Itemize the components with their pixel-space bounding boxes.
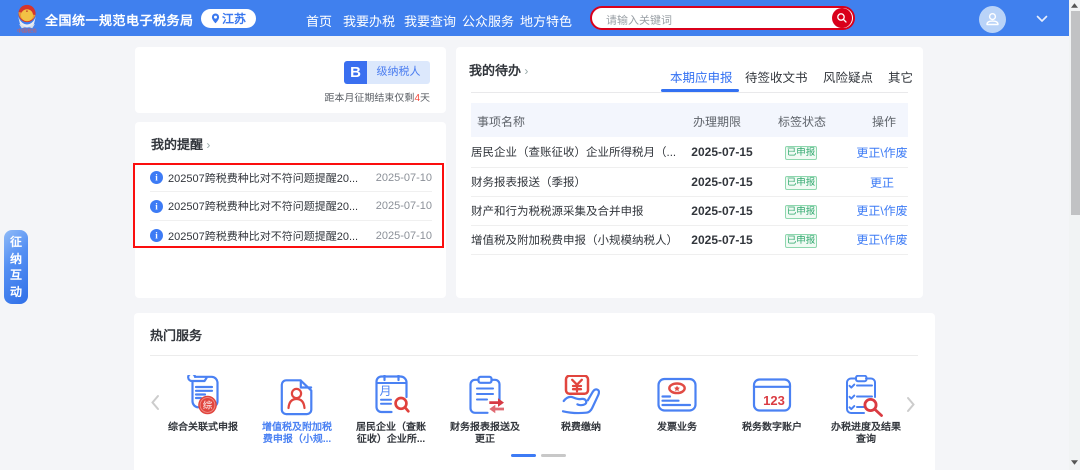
svg-text:中国税务: 中国税务 <box>17 28 37 33</box>
svg-text:综: 综 <box>203 398 213 412</box>
svg-text:月: 月 <box>379 382 391 399</box>
svg-text:123: 123 <box>763 393 785 408</box>
